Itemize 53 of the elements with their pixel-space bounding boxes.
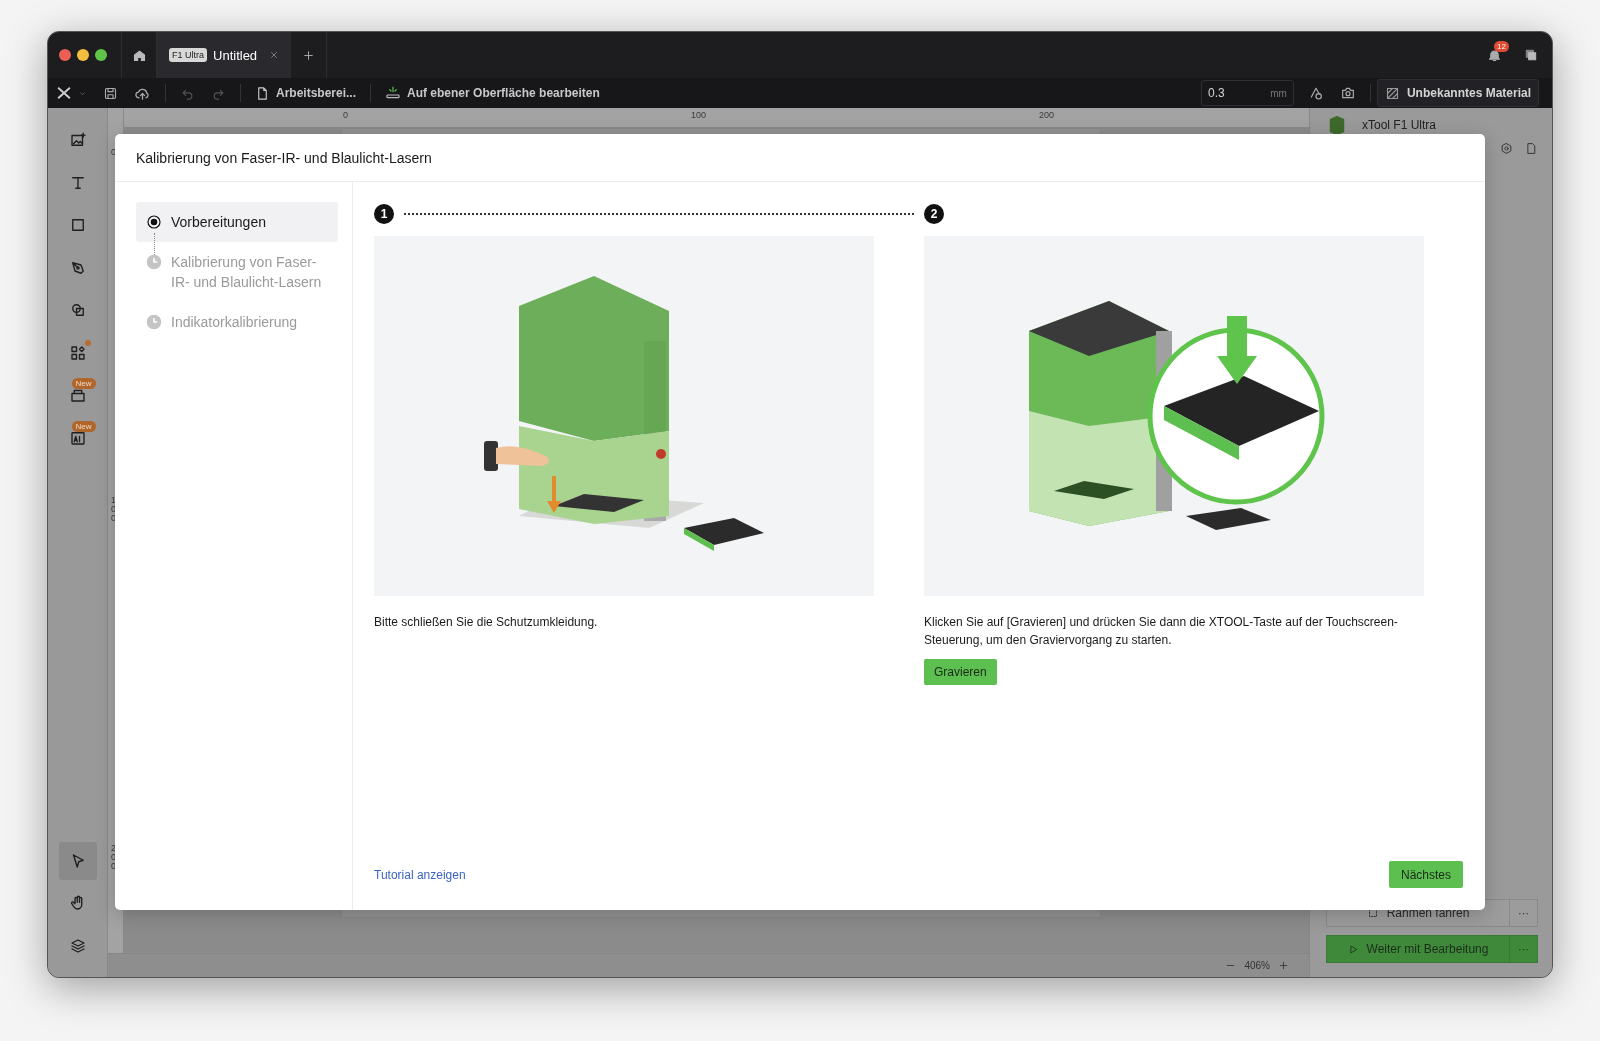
material-button[interactable]: Unbekanntes Material bbox=[1376, 79, 1539, 107]
engrave-button[interactable]: Gravieren bbox=[924, 659, 997, 685]
dialog-title: Kalibrierung von Faser-IR- und Blaulicht-Lasern bbox=[115, 134, 1485, 182]
step-item[interactable]: Vorbereitungen bbox=[136, 202, 338, 242]
step-number: 2 bbox=[924, 204, 944, 224]
x-logo-icon bbox=[56, 85, 72, 101]
unit-label: mm bbox=[1270, 87, 1287, 99]
hatched-square-icon bbox=[1384, 85, 1400, 101]
ruler-label: 100 bbox=[691, 110, 707, 120]
laser-surface-icon bbox=[385, 85, 402, 101]
document-icon bbox=[255, 85, 270, 101]
bell-icon[interactable] bbox=[1487, 47, 1502, 63]
current-step-icon bbox=[146, 214, 162, 230]
device-name: xTool F1 Ultra bbox=[1362, 118, 1437, 132]
more-button[interactable]: ··· bbox=[1510, 935, 1538, 963]
ruler-label: 0 bbox=[343, 110, 348, 120]
document-tab[interactable]: F1 Ultra Untitled bbox=[157, 32, 292, 78]
document-icon[interactable] bbox=[1525, 142, 1538, 155]
tool-button[interactable] bbox=[58, 841, 97, 880]
instruction-text: Bitte schließen Sie die Schutzumkleidung. bbox=[374, 614, 599, 631]
continue-button[interactable]: Weiter mit Bearbeitung bbox=[1326, 935, 1510, 963]
device-tag: F1 Ultra bbox=[169, 48, 207, 62]
settings-icon[interactable] bbox=[1500, 142, 1513, 155]
clock-icon bbox=[146, 254, 162, 270]
zoom-level: 406% bbox=[1244, 960, 1270, 971]
zoom-in-icon[interactable] bbox=[1278, 960, 1289, 971]
tutorial-link[interactable]: Tutorial anzeigen bbox=[374, 867, 466, 882]
frame-icon bbox=[1366, 907, 1379, 919]
new-badge: New bbox=[71, 378, 96, 389]
thickness-field[interactable]: 0.3 mm bbox=[1200, 80, 1294, 106]
apps-grid-icon bbox=[68, 343, 87, 362]
next-button[interactable]: Nächstes bbox=[1388, 861, 1463, 888]
close-window-button[interactable] bbox=[59, 49, 71, 61]
workspace-button[interactable]: Arbeitsberei... bbox=[247, 80, 365, 106]
more-button[interactable]: ··· bbox=[1510, 899, 1538, 927]
add-image-icon bbox=[68, 131, 87, 149]
plus-icon bbox=[302, 48, 316, 62]
notification-badge: 12 bbox=[1494, 40, 1509, 52]
windows-icon[interactable] bbox=[1524, 48, 1538, 62]
ruler-label: 200 bbox=[1039, 110, 1055, 120]
tool-button[interactable]: New bbox=[58, 418, 97, 457]
clock-icon bbox=[146, 314, 162, 330]
new-badge: New bbox=[71, 420, 96, 432]
minimize-window-button[interactable] bbox=[77, 49, 89, 61]
surface-mode-button[interactable]: Auf ebener Oberfläche bearbeiten bbox=[377, 80, 608, 106]
zoom-window-button[interactable] bbox=[95, 49, 107, 61]
close-icon[interactable] bbox=[269, 50, 280, 60]
step-number: 1 bbox=[374, 204, 394, 224]
instruction-text: Klicken Sie auf [Gravieren] und drücken Sie dann die XTOOL-Taste auf der Touchscreen-Steuerung, um den Graviervorgang zu starten. bbox=[924, 614, 1399, 649]
tool-button[interactable]: New bbox=[58, 376, 97, 414]
camera-icon bbox=[1339, 85, 1356, 101]
home-icon bbox=[131, 47, 147, 63]
tab-title: Untitled bbox=[213, 47, 258, 63]
